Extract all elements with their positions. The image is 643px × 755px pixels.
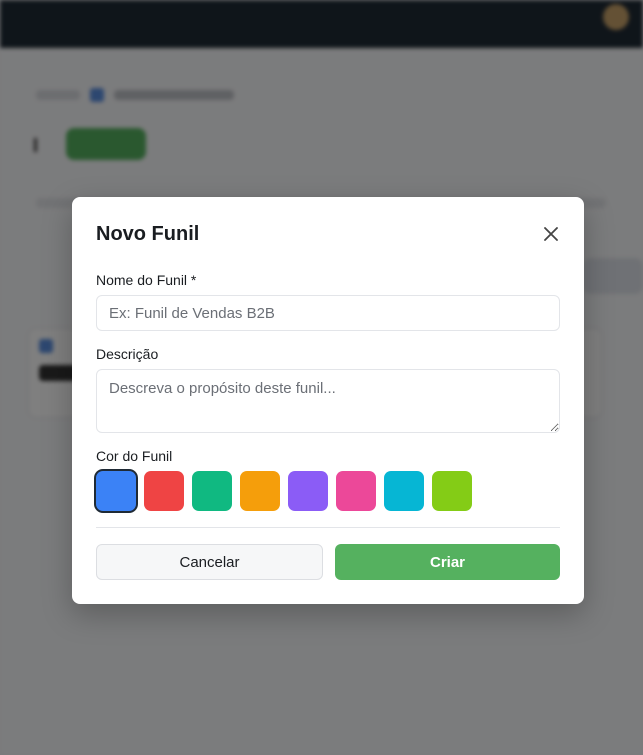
- close-button[interactable]: [542, 225, 560, 243]
- divider: [96, 527, 560, 528]
- color-swatch-blue[interactable]: [96, 471, 136, 511]
- new-funnel-dialog: Novo Funil Nome do Funil * Descrição Cor…: [72, 197, 584, 604]
- funnel-name-input[interactable]: [96, 295, 560, 331]
- dialog-title: Novo Funil: [96, 223, 200, 245]
- close-icon: [544, 227, 558, 241]
- color-swatch-cyan[interactable]: [384, 471, 424, 511]
- color-swatch-lime[interactable]: [432, 471, 472, 511]
- color-swatch-green[interactable]: [192, 471, 232, 511]
- cancel-button[interactable]: Cancelar: [96, 544, 323, 580]
- color-swatch-pink[interactable]: [336, 471, 376, 511]
- create-button[interactable]: Criar: [335, 544, 560, 580]
- color-swatch-red[interactable]: [144, 471, 184, 511]
- color-swatch-purple[interactable]: [288, 471, 328, 511]
- description-label: Descrição: [96, 346, 159, 362]
- funnel-name-label: Nome do Funil *: [96, 272, 197, 288]
- color-swatch-orange[interactable]: [240, 471, 280, 511]
- color-swatches: [96, 471, 472, 511]
- description-textarea[interactable]: [96, 369, 560, 433]
- funnel-color-label: Cor do Funil: [96, 448, 173, 464]
